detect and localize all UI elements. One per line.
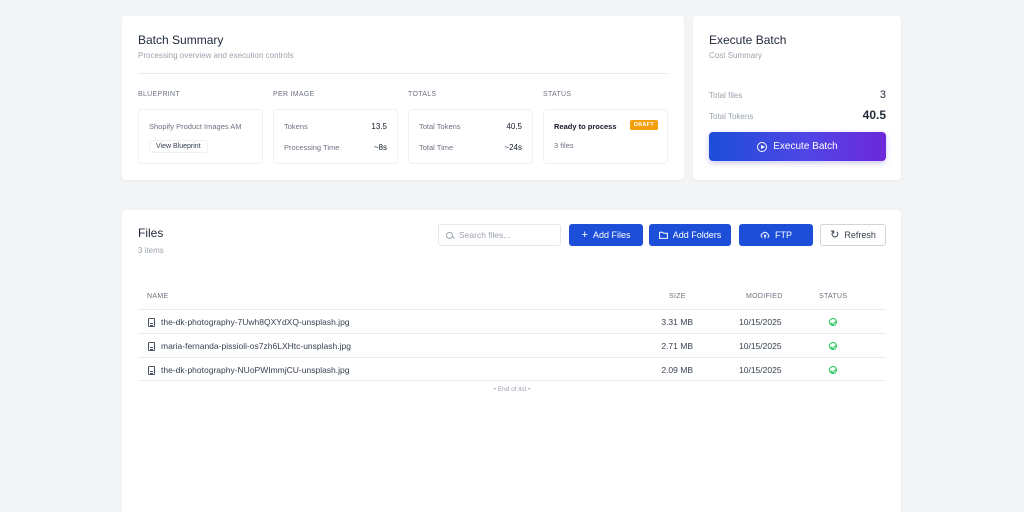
per-image-tokens-value: 13.5 [371,122,387,131]
check-circle-icon [829,342,837,350]
table-row[interactable]: the-dk-photography-7Uwh8QXYdXQ-unsplash.… [138,309,886,333]
status-cell [829,366,837,374]
execute-batch-button[interactable]: Execute Batch [709,132,886,161]
total-files-label: Total files [709,91,743,100]
file-modified: 10/15/2025 [739,365,782,375]
total-time-value: ~24s [504,143,522,152]
plus-icon: + [581,228,588,241]
totals-label: TOTALS [408,91,437,98]
file-name-cell: the-dk-photography-NUoPWImmjCU-unsplash.… [148,365,350,375]
column-header-modified[interactable]: MODIFIED [746,293,783,300]
divider [138,73,668,74]
per-image-label: PER IMAGE [273,91,315,98]
folder-icon [658,231,668,239]
total-files-row: Total files 3 [709,89,886,101]
execute-batch-button-label: Execute Batch [773,141,838,152]
total-tokens-label: Total Tokens [419,122,461,131]
refresh-label: Refresh [844,230,876,240]
table-row[interactable]: maria-fernanda-pissioli-os7zh6LXHtc-unsp… [138,333,886,357]
file-icon [148,341,155,351]
add-folders-label: Add Folders [672,230,722,240]
column-header-size[interactable]: SIZE [669,293,686,300]
file-name: the-dk-photography-NUoPWImmjCU-unsplash.… [161,365,350,375]
batch-summary-subtitle: Processing overview and execution contro… [138,51,294,60]
status-files-count: 3 files [554,141,574,150]
files-count: 3 items [138,246,164,255]
add-files-button[interactable]: + Add Files [569,224,643,246]
status-cell [829,342,837,350]
total-tokens-value: 40.5 [506,122,522,131]
totals-box: Total Tokens 40.5 Total Time ~24s [408,109,533,164]
totals-tokens-row: Total Tokens 40.5 [419,122,522,131]
file-size: 3.31 MB [661,317,693,327]
files-title: Files [138,226,164,240]
total-files-value: 3 [879,89,886,101]
refresh-button[interactable]: ↻ Refresh [820,224,886,246]
cloud-upload-icon [760,231,770,239]
per-image-time-label: Processing Time [284,143,340,152]
execute-total-tokens-label: Total Tokens [709,112,754,121]
file-name: the-dk-photography-7Uwh8QXYdXQ-unsplash.… [161,317,350,327]
execute-batch-card: Execute Batch Cost Summary Total files 3… [693,16,901,180]
status-text: Ready to process [554,122,617,131]
check-circle-icon [829,318,837,326]
per-image-time-row: Processing Time ~8s [284,143,387,152]
blueprint-name: Shopify Product Images AM [149,122,242,131]
refresh-icon: ↻ [830,228,840,241]
total-tokens-row: Total Tokens 40.5 [709,108,886,122]
blueprint-label: BLUEPRINT [138,91,180,98]
files-card: Files 3 items + Add Files Add Folders FT… [122,210,901,512]
blueprint-box: Shopify Product Images AM View Blueprint [138,109,263,164]
execute-batch-title: Execute Batch [709,33,787,47]
file-size: 2.71 MB [661,341,693,351]
batch-summary-title: Batch Summary [138,33,224,47]
add-files-label: Add Files [592,230,631,240]
play-circle-icon [757,141,768,152]
ftp-label: FTP [775,230,792,240]
file-name: maria-fernanda-pissioli-os7zh6LXHtc-unsp… [161,341,351,351]
table-row[interactable]: the-dk-photography-NUoPWImmjCU-unsplash.… [138,357,886,381]
per-image-time-value: ~8s [373,143,387,152]
file-icon [148,317,155,327]
check-circle-icon [829,366,837,374]
file-icon [148,365,155,375]
file-size: 2.09 MB [661,365,693,375]
cost-summary-subtitle: Cost Summary [709,51,762,60]
file-modified: 10/15/2025 [739,341,782,351]
execute-total-tokens-value: 40.5 [862,108,886,122]
ftp-button[interactable]: FTP [739,224,813,246]
file-name-cell: maria-fernanda-pissioli-os7zh6LXHtc-unsp… [148,341,351,351]
column-header-name[interactable]: NAME [147,293,168,300]
per-image-tokens-row: Tokens 13.5 [284,122,387,131]
add-folders-button[interactable]: Add Folders [649,224,731,246]
batch-summary-card: Batch Summary Processing overview and ex… [122,16,684,180]
column-header-status[interactable]: STATUS [819,293,847,300]
per-image-tokens-label: Tokens [284,122,308,131]
search-input[interactable] [459,230,549,240]
search-box[interactable] [438,224,561,246]
status-box: Ready to process DRAFT 3 files [543,109,668,164]
total-time-label: Total Time [419,143,454,152]
end-of-list-text: • End of list • [493,386,531,393]
status-cell [829,318,837,326]
draft-badge: DRAFT [629,120,658,130]
search-icon [446,231,453,239]
totals-time-row: Total Time ~24s [419,143,522,152]
per-image-box: Tokens 13.5 Processing Time ~8s [273,109,398,164]
status-label: STATUS [543,91,572,98]
file-name-cell: the-dk-photography-7Uwh8QXYdXQ-unsplash.… [148,317,350,327]
view-blueprint-button[interactable]: View Blueprint [149,140,208,153]
file-modified: 10/15/2025 [739,317,782,327]
